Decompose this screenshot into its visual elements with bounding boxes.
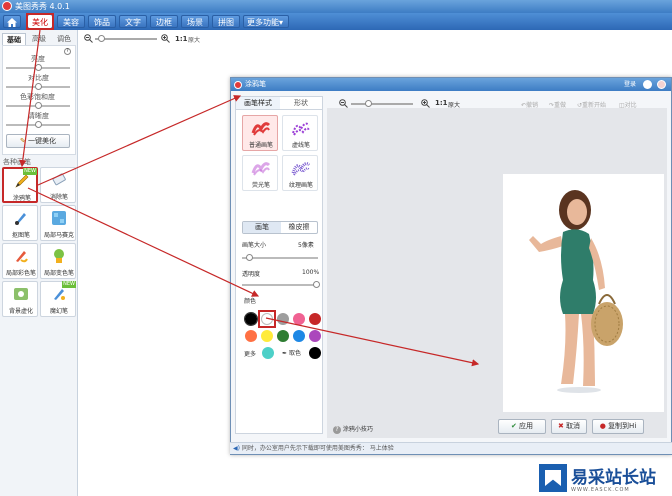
logo-text: 易采站长站 <box>571 468 656 488</box>
logo-mark-icon <box>539 464 567 492</box>
arrow-to-canvas <box>265 317 480 367</box>
annotation-arrows <box>19 29 480 367</box>
logo-subtext: WWW.EASCK.COM <box>571 487 630 493</box>
arrow-to-color <box>27 187 260 297</box>
arrow-to-pen-tool <box>19 29 41 168</box>
watermark-logo: 易采站长站 WWW.EASCK.COM <box>537 462 672 496</box>
arrow-to-dialog <box>37 95 242 186</box>
